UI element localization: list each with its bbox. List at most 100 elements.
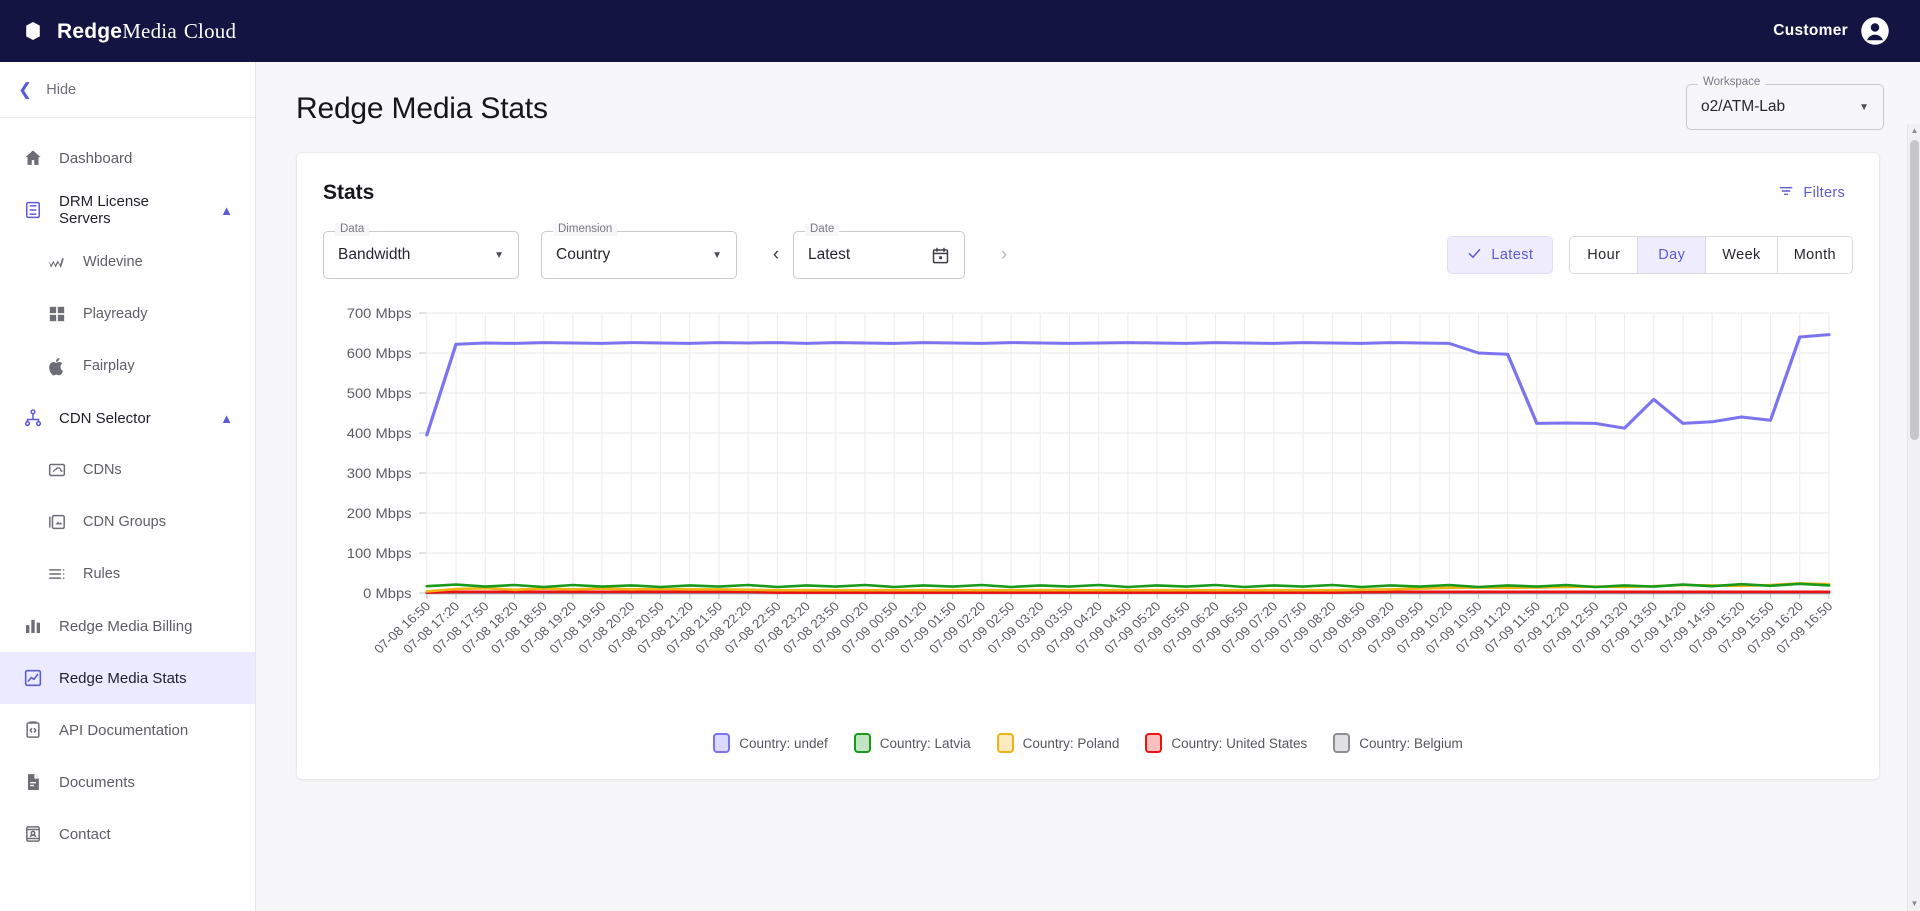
workspace-legend: Workspace <box>1698 76 1766 89</box>
chevron-up-icon[interactable]: ▲ <box>220 203 233 218</box>
sidebar-item-label: Redge Media Stats <box>59 669 187 687</box>
sidebar-item-widevine[interactable]: Widevine <box>0 236 255 288</box>
sidebar-item-label: Widevine <box>83 254 143 270</box>
app-root: RedgeMedia Cloud Customer ❮ Hide Dashboar… <box>0 0 1920 911</box>
data-select[interactable]: Data Bandwidth ▼ <box>323 223 519 279</box>
stats-card: Stats Filters Data Bandwidth ▼ Dimension… <box>296 152 1880 780</box>
code-doc-icon <box>22 720 43 741</box>
cube-logo-icon <box>22 20 44 42</box>
sidebar-item-contact[interactable]: Contact <box>0 808 255 860</box>
latest-toggle-button[interactable]: Latest <box>1447 236 1554 274</box>
main-content: Redge Media Stats Workspace o2/ATM-Lab ▼… <box>256 62 1920 911</box>
app-body: ❮ Hide Dashboard DRM License Servers ▲ Wide… <box>0 62 1920 911</box>
brand-redge: Redge <box>57 19 123 43</box>
sidebar-hide-label: Hide <box>46 81 77 98</box>
workspace-selector[interactable]: Workspace o2/ATM-Lab ▼ <box>1686 76 1884 130</box>
sidebar-item-documents[interactable]: Documents <box>0 756 255 808</box>
folders-icon <box>46 512 67 533</box>
sidebar-hide-toggle[interactable]: ❮ Hide <box>0 62 255 118</box>
bar-chart-icon <box>22 616 43 637</box>
sidebar-item-redge-media-billing[interactable]: Redge Media Billing <box>0 600 255 652</box>
series-line <box>425 590 1831 594</box>
data-select-value: Bandwidth <box>338 246 411 263</box>
legend-label: Country: Belgium <box>1359 735 1463 751</box>
filter-icon <box>1778 183 1794 203</box>
topbar-account-area[interactable]: Customer <box>1773 16 1890 46</box>
filters-label: Filters <box>1803 185 1845 201</box>
range-option-month[interactable]: Month <box>1777 237 1852 273</box>
brand-logo[interactable]: RedgeMedia Cloud <box>22 19 236 44</box>
y-axis-tick-label: 500 Mbps <box>347 386 412 401</box>
range-option-hour[interactable]: Hour <box>1570 237 1639 273</box>
sidebar-item-label: CDNs <box>83 462 122 478</box>
sidebar-item-rules[interactable]: Rules <box>0 548 255 600</box>
scroll-up-arrow-icon[interactable]: ▲ <box>1908 124 1920 138</box>
chevron-left-icon: ❮ <box>18 80 33 99</box>
scroll-down-arrow-icon[interactable]: ▼ <box>1908 897 1920 911</box>
sidebar-nav: ❮ Hide Dashboard DRM License Servers ▲ Wide… <box>0 62 256 911</box>
server-icon <box>22 200 43 221</box>
y-axis-tick-label: 200 Mbps <box>347 506 412 521</box>
dimension-select-legend: Dimension <box>553 223 618 236</box>
legend-swatch <box>996 733 1014 753</box>
card-header: Stats Filters <box>323 177 1853 209</box>
date-field-legend: Date <box>805 223 840 236</box>
date-prev-button[interactable]: ‹ <box>759 238 793 272</box>
top-app-bar: RedgeMedia Cloud Customer <box>0 0 1920 62</box>
y-axis-tick-label: 300 Mbps <box>347 466 412 481</box>
legend-label: Country: undef <box>739 735 828 751</box>
range-controls: Latest Hour Day Week Month <box>1447 236 1853 274</box>
sidebar-item-label: CDN Groups <box>83 514 166 530</box>
calendar-icon[interactable] <box>931 246 950 265</box>
dimension-select[interactable]: Dimension Country ▼ <box>541 223 737 279</box>
sidebar-item-label: Rules <box>83 566 121 582</box>
scrollbar-thumb[interactable] <box>1910 140 1919 440</box>
legend-swatch <box>1145 733 1163 753</box>
legend-item[interactable]: Country: United States <box>1145 733 1307 753</box>
document-icon <box>22 772 43 793</box>
account-avatar-icon[interactable] <box>1860 16 1890 46</box>
sidebar-item-cdn-groups[interactable]: CDN Groups <box>0 496 255 548</box>
customer-label: Customer <box>1773 22 1848 39</box>
sidebar-item-cdn-selector[interactable]: CDN Selector ▲ <box>0 392 255 444</box>
dimension-select-value: Country <box>556 246 611 263</box>
date-next-button[interactable]: › <box>987 238 1021 272</box>
range-option-day[interactable]: Day <box>1638 237 1707 273</box>
legend-item[interactable]: Country: Belgium <box>1333 733 1463 753</box>
y-axis-tick-label: 400 Mbps <box>347 426 412 441</box>
y-axis-tick-label: 0 Mbps <box>363 586 411 601</box>
sidebar-item-label: Documents <box>59 773 135 791</box>
workspace-value: o2/ATM-Lab <box>1701 98 1786 115</box>
legend-item[interactable]: Country: undef <box>713 733 828 753</box>
sidebar-item-playready[interactable]: Playready <box>0 288 255 340</box>
sidebar-item-cdns[interactable]: CDNs <box>0 444 255 496</box>
sidebar-item-label: CDN Selector <box>59 409 151 427</box>
legend-item[interactable]: Country: Latvia <box>853 733 971 753</box>
contact-card-icon <box>22 824 43 845</box>
sidebar-item-redge-media-stats[interactable]: Redge Media Stats <box>0 652 255 704</box>
sidebar-item-dashboard[interactable]: Dashboard <box>0 132 255 184</box>
y-axis-tick-label: 700 Mbps <box>347 306 412 321</box>
sidebar-item-api-documentation[interactable]: API Documentation <box>0 704 255 756</box>
sidebar-item-drm-license-servers[interactable]: DRM License Servers ▲ <box>0 184 255 236</box>
brand-media: Media <box>122 18 177 43</box>
sidebar-item-label: Fairplay <box>83 358 135 374</box>
time-range-segmented-control: Hour Day Week Month <box>1569 236 1853 274</box>
legend-item[interactable]: Country: Poland <box>996 733 1120 753</box>
page-scrollbar[interactable]: ▲ ▼ <box>1907 124 1920 911</box>
sidebar-item-label: API Documentation <box>59 721 189 739</box>
filters-button[interactable]: Filters <box>1770 177 1853 209</box>
chevron-up-icon[interactable]: ▲ <box>220 411 233 426</box>
legend-label: Country: Poland <box>1022 735 1120 751</box>
legend-label: Country: Latvia <box>879 735 971 751</box>
range-option-week[interactable]: Week <box>1706 237 1778 273</box>
brand-cloud: Cloud <box>183 18 237 43</box>
sidebar-item-fairplay[interactable]: Fairplay <box>0 340 255 392</box>
home-icon <box>22 148 43 169</box>
date-field[interactable]: Date Latest <box>793 223 965 279</box>
date-field-value: Latest <box>808 246 851 263</box>
y-axis-tick-label: 600 Mbps <box>347 346 412 361</box>
apple-icon <box>46 356 67 377</box>
sidebar-item-list: Dashboard DRM License Servers ▲ Widevine Pla… <box>0 118 255 860</box>
legend-swatch <box>713 733 731 753</box>
